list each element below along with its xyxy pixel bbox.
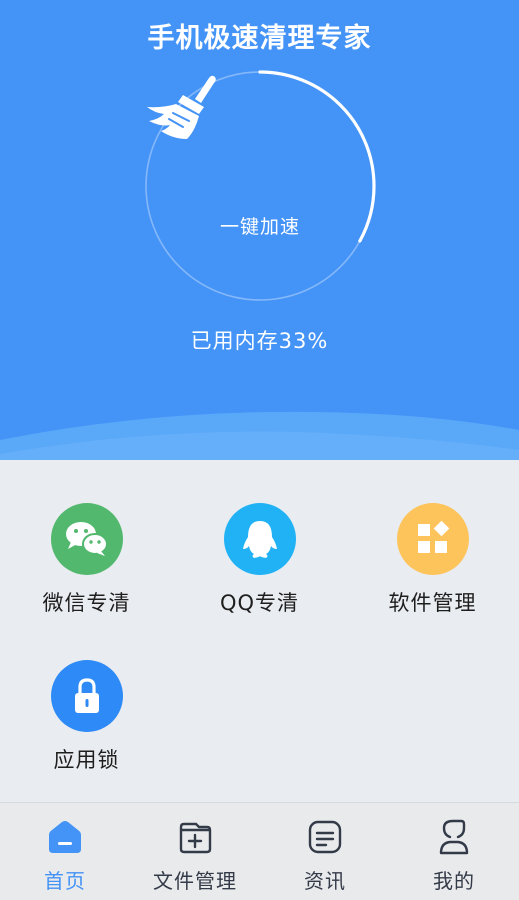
feature-software-manage[interactable]: 软件管理 [346,460,519,615]
hero-panel: 手机极速清理专家 一键加速 已用内存33% [0,0,519,460]
feature-label: QQ专清 [219,591,300,615]
app-screen: 手机极速清理专家 一键加速 已用内存33% 微信专清 QQ专清 软件管理 应用锁… [0,0,519,900]
apps-grid-icon [396,503,469,575]
wave-decoration [0,411,519,460]
wechat-icon [50,503,123,575]
nav-label-file-manage: 文件管理 [153,869,237,893]
nav-item-mine[interactable]: 我的 [389,803,519,900]
bottom-navigation: 首页 文件管理 资讯 我的 [0,802,519,900]
feature-wechat-clean[interactable]: 微信专清 [0,460,173,615]
nav-label-mine: 我的 [433,869,475,893]
feature-app-lock[interactable]: 应用锁 [0,617,173,772]
home-icon [49,821,81,853]
page-title: 手机极速清理专家 [147,23,372,54]
nav-item-file-manage[interactable]: 文件管理 [130,803,260,900]
nav-label-news: 资讯 [304,869,346,893]
feature-label: 软件管理 [388,591,477,615]
nav-label-home: 首页 [44,869,86,893]
news-icon [308,820,342,854]
memory-usage-text: 已用内存33% [190,329,329,353]
feature-qq-clean[interactable]: QQ专清 [173,460,346,615]
boost-label: 一键加速 [219,216,300,238]
qq-penguin-icon [223,503,296,575]
feature-grid: 微信专清 QQ专清 软件管理 应用锁 [0,460,519,802]
broom-icon [147,75,216,139]
profile-icon [439,819,469,855]
feature-label: 应用锁 [53,748,120,772]
feature-label: 微信专清 [42,591,131,615]
one-key-boost-button[interactable]: 一键加速 [143,69,377,303]
nav-item-news[interactable]: 资讯 [260,803,390,900]
nav-item-home[interactable]: 首页 [0,803,130,900]
lock-icon [50,660,123,732]
folder-add-icon [179,822,212,854]
